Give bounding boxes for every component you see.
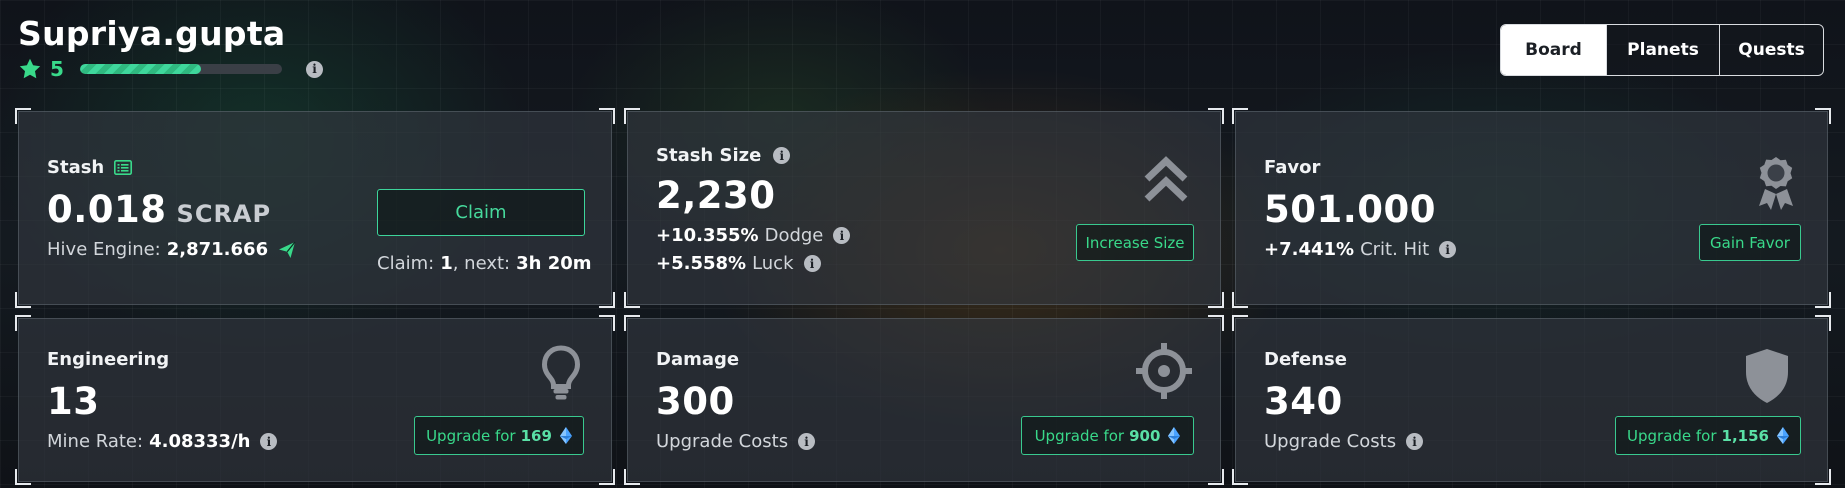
favor-title: Favor [1264,157,1321,178]
defense-card: Defense 340 Upgrade Costs i Upgrade for … [1232,315,1831,485]
upgrade-engineering-button[interactable]: Upgrade for 169 [414,416,584,455]
info-icon[interactable]: i [306,60,323,78]
upgrade-cost: 900 [1129,426,1161,445]
mine-rate-value: 4.08333/h [149,431,251,452]
stash-size-title: Stash Size i [656,145,791,166]
level-row: 5 i [18,57,323,81]
defense-value: 340 [1264,380,1343,423]
info-icon[interactable]: i [798,433,816,450]
info-icon[interactable]: i [260,433,278,450]
crit-hit-value: +7.441% [1264,239,1355,260]
upgrade-cost: 169 [520,426,552,445]
send-icon[interactable] [278,241,296,259]
claim-prefix: Claim: [377,253,435,274]
stash-value: 0.018 [47,188,167,231]
tab-board[interactable]: Board [1501,25,1606,75]
upgrade-prefix: Upgrade for [1034,426,1125,445]
upgrade-cost: 1,156 [1721,426,1769,445]
info-icon[interactable]: i [1406,433,1424,450]
upgrade-defense-button[interactable]: Upgrade for 1,156 [1615,416,1801,455]
stash-card: Stash 0.018 SCRAP Hive Engine: 2,871.666… [15,108,615,308]
upgrade-prefix: Upgrade for [1627,426,1717,445]
info-icon[interactable]: i [1439,241,1457,258]
favor-value: 501.000 [1264,188,1437,231]
defense-costs-row: Upgrade Costs i [1264,431,1424,452]
luck-label: Luck [752,253,794,274]
upgrade-costs-label: Upgrade Costs [1264,431,1397,452]
info-icon[interactable]: i [773,147,791,164]
mine-rate-row: Mine Rate: 4.08333/h i [47,431,278,452]
stash-unit: SCRAP [176,200,272,228]
favor-card: Favor 501.000 +7.441% Crit. Hit i Gain F… [1232,108,1831,308]
damage-value: 300 [656,380,735,423]
upgrade-prefix: Upgrade for [426,426,516,445]
dodge-row: +10.355% Dodge i [656,225,851,246]
stash-value-row: 0.018 SCRAP [47,188,271,231]
claim-button[interactable]: Claim [377,189,585,236]
engineering-card: Engineering 13 Mine Rate: 4.08333/h i Up… [15,315,615,485]
increase-size-button[interactable]: Increase Size [1076,224,1194,261]
blue-gem-icon [1168,427,1181,444]
engineering-value: 13 [47,380,100,423]
hive-engine-label: Hive Engine: [47,239,161,260]
crosshair-icon [1136,343,1192,399]
stash-size-value: 2,230 [656,174,776,217]
stash-size-title-label: Stash Size [656,145,762,166]
engineering-title: Engineering [47,349,170,370]
damage-title: Damage [656,349,740,370]
defense-title: Defense [1264,349,1347,370]
claim-count: 1 [440,253,453,274]
claim-next-label: , next: [452,253,511,274]
blue-gem-icon [559,427,572,444]
view-tabs: Board Planets Quests [1500,24,1824,76]
info-icon[interactable]: i [803,255,821,272]
shield-icon [1746,349,1788,403]
upgrade-costs-label: Upgrade Costs [656,431,789,452]
stash-title: Stash [47,157,133,178]
luck-row: +5.558% Luck i [656,253,821,274]
stash-title-label: Stash [47,157,105,178]
damage-card: Damage 300 Upgrade Costs i Upgrade for 9… [624,315,1224,485]
upgrade-damage-button[interactable]: Upgrade for 900 [1021,416,1194,455]
star-icon [19,58,41,79]
crit-hit-row: +7.441% Crit. Hit i [1264,239,1457,260]
blue-gem-icon [1776,427,1789,444]
hive-engine-value: 2,871.666 [166,239,269,260]
luck-value: +5.558% [656,253,747,274]
tab-quests[interactable]: Quests [1719,25,1823,75]
xp-progress-fill [80,64,202,74]
username: Supriya.gupta [18,14,286,53]
mine-rate-label: Mine Rate: [47,431,144,452]
xp-progress-bar [80,64,282,74]
claim-next-value: 3h 20m [516,253,592,274]
damage-costs-row: Upgrade Costs i [656,431,816,452]
dodge-value: +10.355% [656,225,759,246]
hive-engine-row: Hive Engine: 2,871.666 [47,239,296,260]
lightbulb-icon [541,345,581,400]
tab-planets[interactable]: Planets [1606,25,1719,75]
dodge-label: Dodge [764,225,824,246]
award-ribbon-icon [1759,157,1793,210]
gain-favor-button[interactable]: Gain Favor [1699,224,1801,261]
ledger-icon[interactable] [114,160,133,175]
level-number: 5 [50,57,64,81]
crit-hit-label: Crit. Hit [1360,239,1430,260]
stash-size-card: Stash Size i 2,230 +10.355% Dodge i +5.5… [624,108,1224,308]
info-icon[interactable]: i [833,227,851,244]
profile-header: Supriya.gupta 5 i [18,14,323,81]
double-chevron-up-icon [1144,156,1188,202]
claim-info: Claim: 1 , next: 3h 20m [377,253,592,274]
